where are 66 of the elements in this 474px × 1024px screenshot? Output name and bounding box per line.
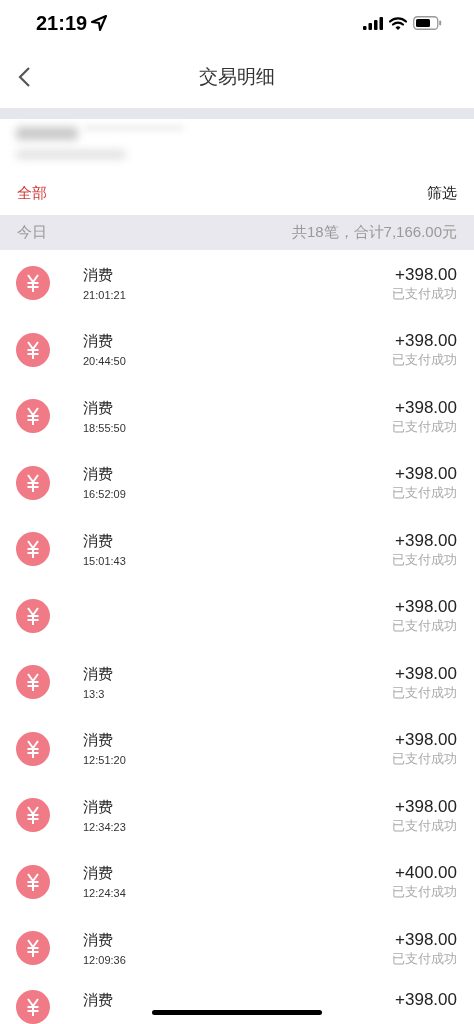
- transaction-time: 12:24:34: [83, 886, 126, 901]
- signal-icon: [363, 16, 383, 30]
- yuan-icon: [16, 399, 50, 434]
- transaction-amount: +398.00: [395, 397, 457, 418]
- yuan-icon: [16, 532, 50, 567]
- transaction-amount: +400.00: [395, 863, 457, 884]
- transaction-title: 消费: [83, 397, 113, 418]
- yuan-icon: [16, 864, 50, 899]
- transaction-title: 消费: [83, 863, 113, 884]
- yuan-icon: [16, 598, 50, 633]
- yuan-icon: [16, 798, 50, 833]
- transaction-status: 已支付成功: [392, 418, 457, 435]
- transaction-title: 消费: [83, 663, 113, 684]
- transaction-status: 已支付成功: [392, 485, 457, 502]
- transaction-amount: +398.00: [395, 464, 457, 485]
- yuan-icon: [16, 332, 50, 367]
- transaction-title: 消费: [83, 929, 113, 950]
- location-icon: [91, 15, 108, 31]
- transaction-amount: +398.00: [395, 530, 457, 551]
- transaction-amount: +398.00: [395, 796, 457, 817]
- transaction-time: 15:01:43: [83, 553, 126, 568]
- yuan-icon: [16, 266, 50, 301]
- transaction-status: 已支付成功: [392, 884, 457, 901]
- transaction-amount: +398.00: [395, 264, 457, 285]
- transaction-title: 消费: [83, 530, 113, 551]
- transaction-title: 消费: [83, 331, 113, 352]
- transaction-time: 20:44:50: [83, 354, 126, 369]
- yuan-icon: [16, 731, 50, 766]
- transaction-title: 消费: [83, 730, 113, 751]
- transaction-time: 12:09:36: [83, 952, 126, 967]
- yuan-icon: [16, 665, 50, 700]
- transaction-amount: +398.00: [395, 989, 457, 1010]
- transaction-amount: +398.00: [395, 730, 457, 751]
- status-time: 21:19: [36, 11, 88, 36]
- transaction-title: 消费: [83, 464, 113, 485]
- transaction-status: 已支付成功: [392, 352, 457, 369]
- section-summary: 共18笔，合计7,166.00元: [291, 222, 457, 243]
- transaction-amount: +398.00: [395, 597, 457, 618]
- all-tab[interactable]: 全部: [17, 181, 47, 205]
- transaction-amount: +398.00: [395, 663, 457, 684]
- page-title: 交易明细: [199, 64, 275, 89]
- transaction-title: 消费: [83, 264, 113, 285]
- transaction-status: 已支付成功: [392, 618, 457, 635]
- transaction-amount: +398.00: [395, 331, 457, 352]
- transaction-time: 18:55:50: [83, 420, 126, 435]
- transaction-status: 已支付成功: [392, 285, 457, 302]
- transaction-amount: +398.00: [395, 929, 457, 950]
- section-label: 今日: [17, 222, 47, 243]
- transaction-time: 16:52:09: [83, 487, 126, 502]
- transaction-time: 12:34:23: [83, 819, 126, 834]
- wifi-icon: [389, 16, 407, 30]
- yuan-icon: [16, 931, 50, 966]
- transaction-time: 12:51:20: [83, 753, 126, 768]
- transaction-status: 已支付成功: [392, 684, 457, 701]
- transaction-status: 已支付成功: [392, 817, 457, 834]
- transaction-title: 消费: [83, 796, 113, 817]
- battery-icon: [413, 16, 442, 30]
- transaction-status: 已支付成功: [392, 950, 457, 967]
- transaction-title: 消费: [83, 989, 113, 1010]
- transaction-time: 13:3: [83, 686, 105, 701]
- filter-button[interactable]: 筛选: [427, 181, 457, 205]
- transaction-status: 已支付成功: [392, 551, 457, 568]
- transaction-status: 已支付成功: [392, 751, 457, 768]
- yuan-icon: [16, 465, 50, 500]
- yuan-icon: [16, 989, 50, 1024]
- transaction-time: 21:01:21: [83, 287, 126, 302]
